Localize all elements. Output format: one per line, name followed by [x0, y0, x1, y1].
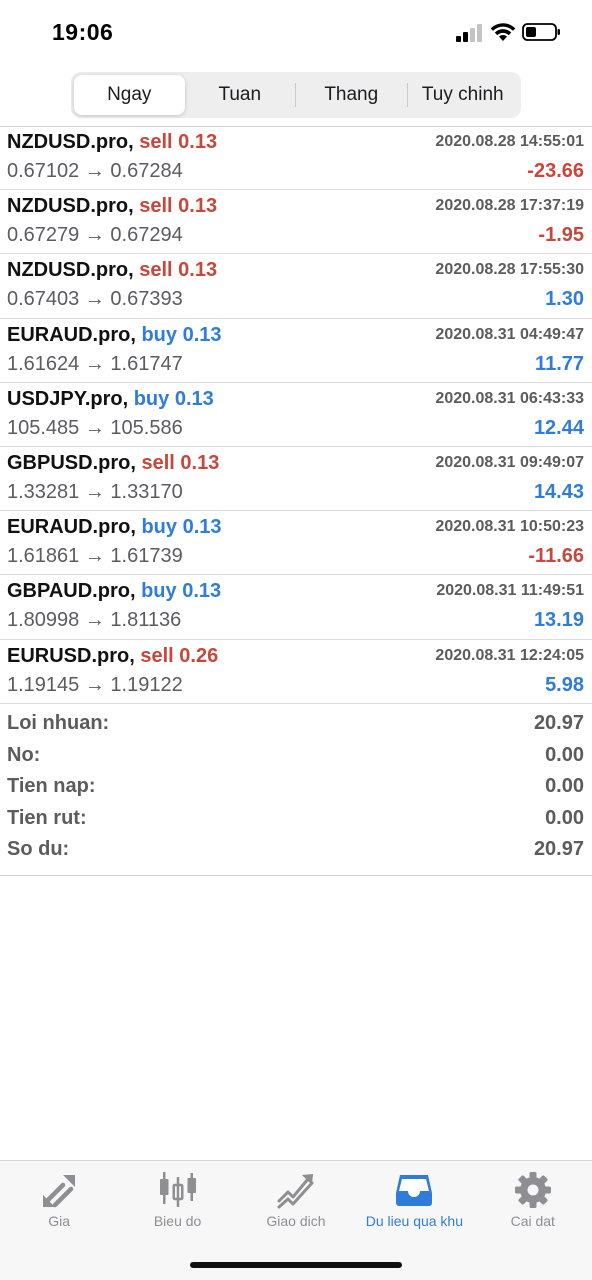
status-bar: 19:06 — [0, 0, 592, 64]
summary-value: 0.00 — [545, 806, 584, 829]
deal-time: 2020.08.28 17:37:19 — [435, 197, 584, 215]
summary-row-profit: Loi nhuan: 20.97 — [0, 708, 592, 740]
candlestick-chart-icon — [159, 1172, 196, 1207]
deal-side: buy 0.13 — [141, 323, 222, 346]
tab-cai-dat[interactable]: Cai dat — [474, 1161, 592, 1280]
summary-label: Loi nhuan: — [7, 712, 110, 734]
deal-symbol: EURAUD.pro, — [7, 323, 136, 346]
tab-label: Gia — [48, 1213, 71, 1229]
deal-symbol: GBPAUD.pro, — [7, 580, 136, 603]
deal-time: 2020.08.28 14:55:01 — [435, 133, 584, 150]
deal-prices: 0.67279 → 0.67294 — [7, 224, 183, 247]
wifi-icon — [490, 23, 516, 41]
deal-row[interactable]: NZDUSD.pro, sell 0.13 2020.08.28 17:55:3… — [0, 254, 592, 319]
deal-prices: 1.80998 → 1.81136 — [7, 609, 182, 632]
gear-icon — [514, 1172, 551, 1208]
summary-value: 0.00 — [545, 775, 584, 797]
deal-symbol: EURAUD.pro, — [7, 516, 136, 539]
deal-symbol: NZDUSD.pro, — [7, 195, 134, 218]
deal-symbol: NZDUSD.pro, — [7, 259, 134, 282]
quotes-arrows-icon — [43, 1175, 76, 1208]
home-indicator — [190, 1262, 402, 1268]
segment-ngay[interactable]: Ngay — [74, 75, 185, 115]
summary-row-withdrawal: Tien rut: 0.00 — [0, 803, 592, 835]
summary-value: 0.00 — [545, 743, 584, 766]
summary-row-credit: No: 0.00 — [0, 740, 592, 772]
deal-time: 2020.08.31 09:49:07 — [435, 453, 584, 471]
deal-profit: 5.98 — [545, 673, 584, 696]
deal-time: 2020.08.31 04:49:47 — [435, 325, 584, 343]
deal-profit: 11.77 — [535, 352, 584, 375]
deal-profit: 14.43 — [533, 480, 584, 503]
deal-prices: 1.61861 → 1.61739 — [7, 545, 183, 568]
summary-row-balance: So du: 20.97 — [0, 834, 592, 866]
deal-time: 2020.08.31 10:50:23 — [435, 518, 584, 536]
history-inbox-icon — [396, 1175, 433, 1206]
deal-prices: 105.485 → 105.586 — [7, 416, 183, 439]
tab-label: Giao dich — [266, 1213, 326, 1229]
summary-label: So du: — [7, 838, 70, 860]
deal-side: buy 0.13 — [141, 516, 222, 539]
deal-prices: 1.61624 → 1.61747 — [7, 352, 183, 375]
deal-prices: 0.67403 → 0.67393 — [7, 288, 183, 311]
period-segmented-control: Ngay Tuan Thang Tuy chinh — [71, 72, 521, 118]
deal-row[interactable]: USDJPY.pro, buy 0.13 2020.08.31 06:43:33… — [0, 383, 592, 447]
deal-profit: -23.66 — [527, 160, 584, 182]
deal-time: 2020.08.31 12:24:05 — [435, 646, 584, 664]
tab-label: Du lieu qua khu — [365, 1213, 464, 1229]
deal-row[interactable]: GBPUSD.pro, sell 0.13 2020.08.31 09:49:0… — [0, 447, 592, 512]
deal-row[interactable]: EURUSD.pro, sell 0.26 2020.08.31 12:24:0… — [0, 640, 592, 704]
summary-label: No: — [7, 743, 41, 766]
deal-side: sell 0.13 — [141, 451, 220, 474]
tab-label: Bieu do — [153, 1213, 202, 1229]
deal-prices: 1.19145 → 1.19122 — [7, 673, 183, 696]
deal-side: buy 0.13 — [133, 387, 214, 410]
deal-side: sell 0.13 — [139, 195, 218, 218]
deal-profit: 1.30 — [545, 288, 584, 311]
summary-label: Tien nap: — [7, 775, 96, 797]
deal-side: buy 0.13 — [141, 580, 222, 603]
deal-row[interactable]: EURAUD.pro, buy 0.13 2020.08.31 04:49:47… — [0, 319, 592, 383]
deal-prices: 0.67102 → 0.67284 — [7, 160, 183, 182]
deal-time: 2020.08.31 06:43:33 — [435, 389, 584, 407]
deal-time: 2020.08.28 17:55:30 — [435, 261, 584, 279]
deal-side: sell 0.13 — [139, 131, 218, 153]
summary-value: 20.97 — [533, 712, 584, 734]
deal-profit: -11.66 — [528, 545, 584, 568]
deal-prices: 1.33281 → 1.33170 — [7, 480, 183, 503]
deal-symbol: EURUSD.pro, — [7, 644, 135, 667]
battery-icon — [522, 23, 560, 41]
trade-trend-icon — [277, 1174, 314, 1209]
deal-symbol: USDJPY.pro, — [7, 387, 129, 410]
deal-row[interactable]: GBPAUD.pro, buy 0.13 2020.08.31 11:49:51… — [0, 575, 592, 640]
summary-label: Tien rut: — [7, 806, 87, 829]
summary-value: 20.97 — [533, 838, 584, 860]
deal-side: sell 0.13 — [139, 259, 218, 282]
deal-row[interactable]: NZDUSD.pro, sell 0.13 2020.08.28 17:37:1… — [0, 190, 592, 255]
deal-symbol: NZDUSD.pro, — [7, 131, 134, 153]
cellular-signal-icon — [456, 24, 482, 42]
status-time: 19:06 — [52, 19, 114, 45]
deal-row[interactable]: NZDUSD.pro, sell 0.13 2020.08.28 14:55:0… — [0, 126, 592, 191]
deals-list: NZDUSD.pro, sell 0.13 2020.08.28 14:55:0… — [0, 126, 592, 704]
deal-profit: 13.19 — [533, 609, 584, 632]
segment-tuy-chinh[interactable]: Tuy chinh — [408, 75, 519, 115]
deal-profit: 12.44 — [533, 416, 584, 439]
deal-symbol: GBPUSD.pro, — [7, 451, 136, 474]
deal-side: sell 0.26 — [140, 644, 219, 667]
deal-time: 2020.08.31 11:49:51 — [436, 582, 584, 600]
segment-thang[interactable]: Thang — [296, 75, 407, 115]
deal-row[interactable]: EURAUD.pro, buy 0.13 2020.08.31 10:50:23… — [0, 511, 592, 576]
account-summary: Loi nhuan: 20.97 No: 0.00 Tien nap: 0.00… — [0, 708, 592, 876]
tab-gia[interactable]: Gia — [0, 1161, 118, 1280]
deal-profit: -1.95 — [538, 224, 584, 247]
tab-label: Cai dat — [510, 1213, 555, 1229]
summary-row-deposit: Tien nap: 0.00 — [0, 771, 592, 803]
segment-tuan[interactable]: Tuan — [185, 75, 296, 115]
